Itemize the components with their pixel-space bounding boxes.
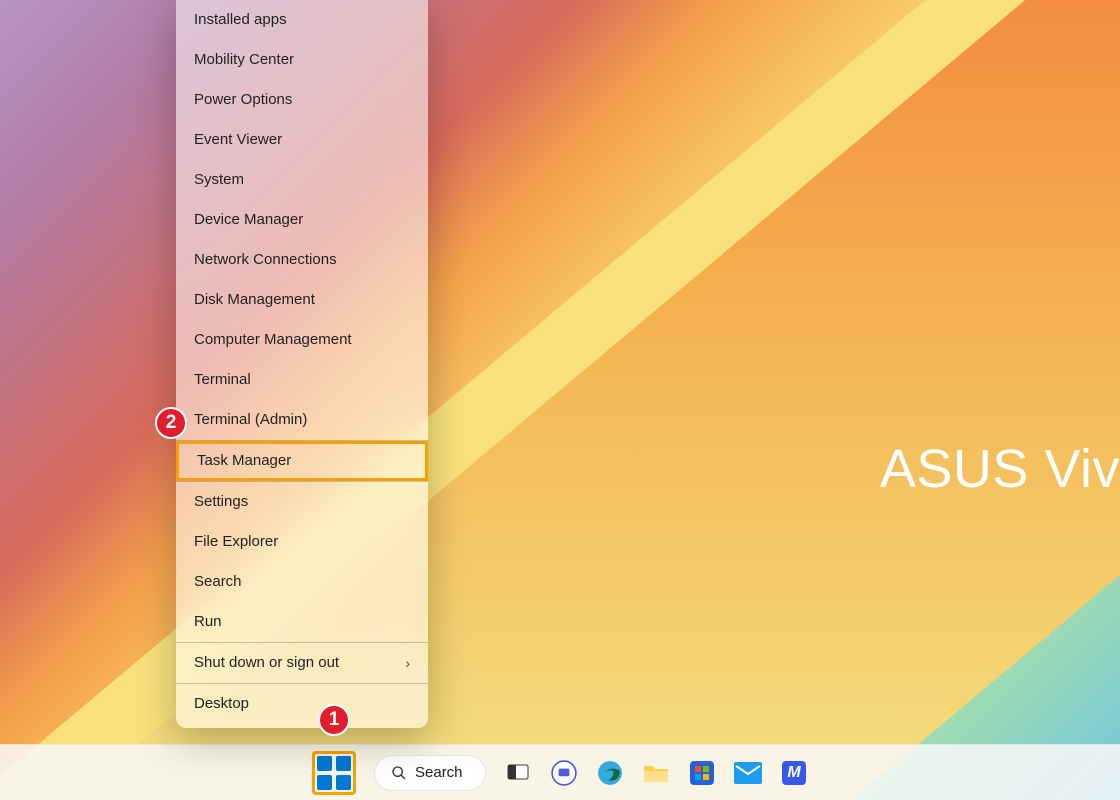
menu-item-label: Terminal (Admin) xyxy=(194,400,307,440)
menu-item-task-manager[interactable]: Task Manager xyxy=(176,441,428,481)
desktop-background: ASUS Viv xyxy=(0,0,1120,800)
menu-item-label: Computer Management xyxy=(194,320,352,360)
brand-text: ASUS Viv xyxy=(880,438,1120,500)
chat-icon[interactable] xyxy=(550,759,578,787)
menu-item-label: Settings xyxy=(194,482,248,522)
edge-icon[interactable] xyxy=(596,759,624,787)
menu-item-label: File Explorer xyxy=(194,522,278,562)
menu-item-event-viewer[interactable]: Event Viewer xyxy=(176,120,428,160)
menu-item-power-options[interactable]: Power Options xyxy=(176,80,428,120)
menu-item-label: Disk Management xyxy=(194,280,315,320)
menu-item-terminal-admin[interactable]: Terminal (Admin) xyxy=(176,400,428,440)
chevron-right-icon: › xyxy=(405,643,410,683)
annotation-marker-1: 1 xyxy=(318,704,350,736)
highlight-start-button xyxy=(312,751,356,795)
menu-item-label: System xyxy=(194,160,244,200)
menu-item-label: Task Manager xyxy=(197,441,291,481)
menu-item-shut-down-or-sign-out[interactable]: Shut down or sign out › xyxy=(176,643,428,683)
search-label: Search xyxy=(415,764,463,781)
menu-item-label: Network Connections xyxy=(194,240,337,280)
menu-item-run[interactable]: Run xyxy=(176,602,428,642)
menu-item-label: Event Viewer xyxy=(194,120,282,160)
menu-item-label: Terminal xyxy=(194,360,251,400)
menu-item-label: Search xyxy=(194,562,242,602)
menu-item-mobility-center[interactable]: Mobility Center xyxy=(176,40,428,80)
menu-item-network-connections[interactable]: Network Connections xyxy=(176,240,428,280)
menu-item-terminal[interactable]: Terminal xyxy=(176,360,428,400)
search-icon xyxy=(391,765,407,781)
power-user-menu: Installed appsMobility CenterPower Optio… xyxy=(176,0,428,728)
menu-item-label: Power Options xyxy=(194,80,292,120)
menu-item-desktop[interactable]: Desktop xyxy=(176,684,428,724)
menu-item-label: Run xyxy=(194,602,222,642)
menu-item-device-manager[interactable]: Device Manager xyxy=(176,200,428,240)
microsoft-store-icon[interactable] xyxy=(688,759,716,787)
menu-item-search[interactable]: Search xyxy=(176,562,428,602)
menu-item-label: Installed apps xyxy=(194,0,287,40)
app-icon-m[interactable]: M xyxy=(780,759,808,787)
menu-item-installed-apps[interactable]: Installed apps xyxy=(176,0,428,40)
menu-item-computer-management[interactable]: Computer Management xyxy=(176,320,428,360)
taskbar: Search M xyxy=(0,744,1120,800)
search-box[interactable]: Search xyxy=(374,755,486,791)
mail-icon[interactable] xyxy=(734,759,762,787)
file-explorer-icon[interactable] xyxy=(642,759,670,787)
menu-item-label: Desktop xyxy=(194,684,249,724)
menu-item-disk-management[interactable]: Disk Management xyxy=(176,280,428,320)
menu-item-label: Mobility Center xyxy=(194,40,294,80)
annotation-marker-2: 2 xyxy=(155,407,187,439)
menu-item-file-explorer[interactable]: File Explorer xyxy=(176,522,428,562)
task-view-icon[interactable] xyxy=(504,759,532,787)
menu-item-label: Shut down or sign out xyxy=(194,643,339,683)
menu-item-system[interactable]: System xyxy=(176,160,428,200)
menu-item-label: Device Manager xyxy=(194,200,303,240)
menu-item-settings[interactable]: Settings xyxy=(176,482,428,522)
start-button[interactable] xyxy=(317,756,351,790)
